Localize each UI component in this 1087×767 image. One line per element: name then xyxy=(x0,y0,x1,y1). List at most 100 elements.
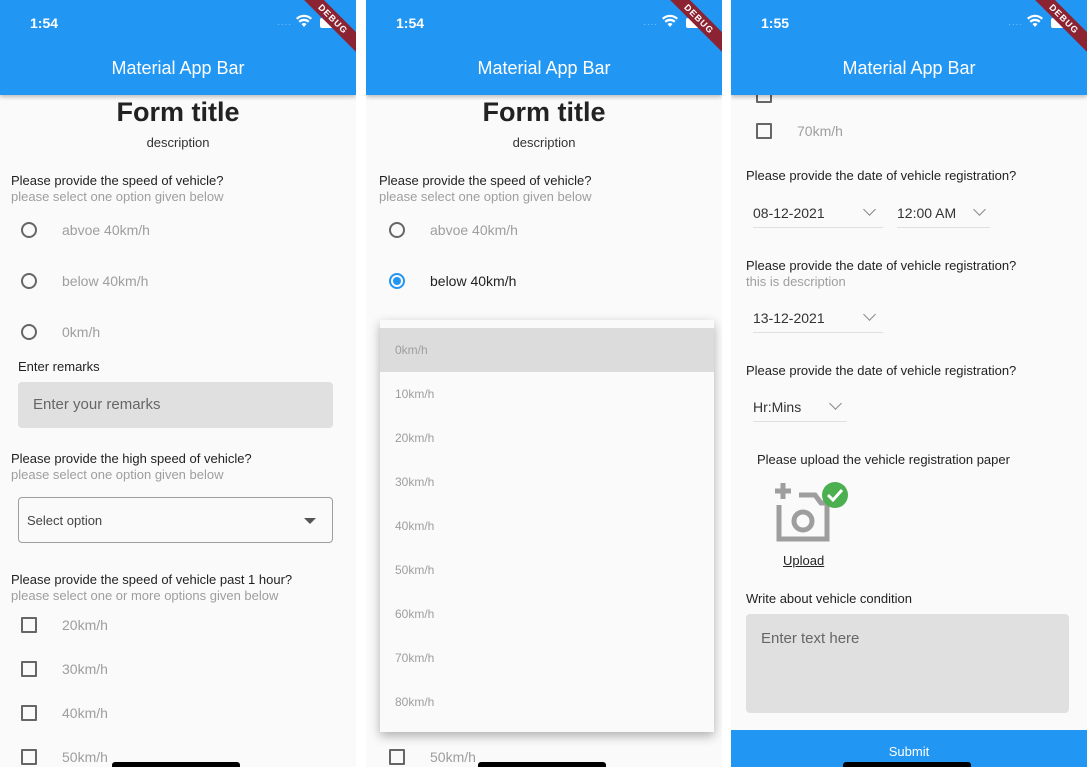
form-content: 70km/h Please provide the date of vehicl… xyxy=(731,87,1087,767)
question-hint: please select one option given below xyxy=(379,189,592,204)
checkbox-option-label[interactable]: 50km/h xyxy=(62,749,108,765)
form-content: Form title description Please provide th… xyxy=(366,95,722,767)
add-photo-icon[interactable] xyxy=(769,481,849,543)
dropdown-arrow-icon xyxy=(304,518,316,524)
home-indicator xyxy=(478,762,606,767)
select-placeholder: Select option xyxy=(27,513,103,528)
dropdown-item[interactable]: 60km/h xyxy=(380,592,714,636)
status-time: 1:54 xyxy=(30,15,59,31)
date-picker[interactable]: 13-12-2021 xyxy=(753,304,883,333)
question-label: Please provide the speed of vehicle past… xyxy=(11,572,293,587)
checkbox[interactable] xyxy=(389,749,405,765)
field-underline xyxy=(753,421,847,422)
checkbox-option-label[interactable]: 70km/h xyxy=(797,123,843,139)
radio-option-label[interactable]: abvoe 40km/h xyxy=(430,222,518,238)
status-time: 1:55 xyxy=(761,15,790,31)
chevron-down-icon xyxy=(973,203,986,216)
radio-button[interactable] xyxy=(21,222,37,238)
dropdown-item[interactable]: 20km/h xyxy=(380,416,714,460)
upload-label: Please upload the vehicle registration p… xyxy=(757,452,1010,467)
home-indicator xyxy=(112,762,240,767)
question-label: Please provide the date of vehicle regis… xyxy=(746,363,1017,378)
chevron-down-icon xyxy=(863,203,876,216)
radio-button[interactable] xyxy=(389,222,405,238)
question-hint: please select one or more options given … xyxy=(11,588,279,603)
form-description: description xyxy=(512,135,576,150)
question-label: Please provide the speed of vehicle? xyxy=(11,173,224,188)
condition-placeholder: Enter text here xyxy=(761,630,860,647)
check-circle-icon xyxy=(822,482,848,508)
chevron-down-icon xyxy=(863,308,876,321)
radio-option-label[interactable]: 0km/h xyxy=(62,324,100,340)
question-label: Please provide the date of vehicle regis… xyxy=(746,258,1017,273)
time-picker[interactable]: Hr:Mins xyxy=(753,393,847,422)
radio-button-selected[interactable] xyxy=(389,273,405,289)
dropdown-item[interactable]: 10km/h xyxy=(380,372,714,416)
app-bar-title: Material App Bar xyxy=(477,58,611,78)
dropdown-item[interactable]: 40km/h xyxy=(380,504,714,548)
status-bar: 1:54 ···· xyxy=(0,0,356,44)
checkbox-option-label[interactable]: 30km/h xyxy=(62,661,108,677)
remarks-input[interactable]: Enter your remarks xyxy=(18,382,333,428)
question-hint: please select one option given below xyxy=(11,467,224,482)
field-underline xyxy=(753,332,883,333)
status-bar: 1:55 ···· xyxy=(731,0,1087,44)
signal-icon: ···· xyxy=(643,20,658,29)
app-bar-title: Material App Bar xyxy=(111,58,245,78)
condition-textarea[interactable]: Enter text here xyxy=(746,614,1069,713)
condition-label: Write about vehicle condition xyxy=(746,591,912,606)
wifi-icon xyxy=(662,14,678,27)
form-content: Form title description Please provide th… xyxy=(0,95,356,767)
date-value: 08-12-2021 xyxy=(753,205,825,221)
date-picker[interactable]: 08-12-2021 xyxy=(753,199,883,228)
chevron-down-icon xyxy=(829,397,842,410)
wifi-icon xyxy=(1027,14,1043,27)
time-placeholder: Hr:Mins xyxy=(753,399,802,415)
field-underline xyxy=(897,227,990,228)
remarks-label: Enter remarks xyxy=(18,359,100,374)
form-title: Form title xyxy=(482,97,606,127)
time-picker[interactable]: 12:00 AM xyxy=(897,199,990,228)
upload-link[interactable]: Upload xyxy=(783,553,824,568)
app-bar: 1:54 ···· DEBUG Material App Bar xyxy=(366,0,722,95)
checkbox[interactable] xyxy=(21,705,37,721)
checkbox[interactable] xyxy=(21,617,37,633)
dropdown-item[interactable]: 50km/h xyxy=(380,548,714,592)
remarks-placeholder: Enter your remarks xyxy=(33,396,161,413)
home-indicator xyxy=(843,762,971,767)
checkbox-option-label[interactable]: 40km/h xyxy=(62,705,108,721)
wifi-icon xyxy=(296,14,312,27)
high-speed-select[interactable]: Select option xyxy=(18,497,333,543)
status-time: 1:54 xyxy=(396,15,425,31)
dropdown-menu: 0km/h 10km/h 20km/h 30km/h 40km/h 50km/h… xyxy=(380,320,714,732)
app-bar-title: Material App Bar xyxy=(842,58,976,78)
time-value: 12:00 AM xyxy=(897,205,957,221)
status-bar: 1:54 ···· xyxy=(366,0,722,44)
radio-option-label[interactable]: below 40km/h xyxy=(62,273,148,289)
radio-option-label[interactable]: abvoe 40km/h xyxy=(62,222,150,238)
dropdown-item[interactable]: 70km/h xyxy=(380,636,714,680)
question-label: Please provide the date of vehicle regis… xyxy=(746,168,1017,183)
checkbox-option-label[interactable]: 50km/h xyxy=(430,749,476,765)
form-title: Form title xyxy=(116,97,240,127)
dropdown-item-highlighted[interactable]: 0km/h xyxy=(380,328,714,372)
question-label: Please provide the high speed of vehicle… xyxy=(11,451,252,466)
checkbox[interactable] xyxy=(21,661,37,677)
field-underline xyxy=(753,227,883,228)
phone-screen-2: 1:54 ···· DEBUG Material App Bar Form ti… xyxy=(366,0,722,767)
radio-option-label[interactable]: below 40km/h xyxy=(430,273,516,289)
checkbox[interactable] xyxy=(21,749,37,765)
checkbox-option-label[interactable]: 20km/h xyxy=(62,617,108,633)
app-bar: 1:54 ···· DEBUG Material App Bar xyxy=(0,0,356,95)
question-hint: please select one option given below xyxy=(11,189,224,204)
dropdown-item[interactable]: 30km/h xyxy=(380,460,714,504)
phone-screen-3: 1:55 ···· DEBUG Material App Bar 70km/h … xyxy=(731,0,1087,767)
radio-button[interactable] xyxy=(21,324,37,340)
radio-button[interactable] xyxy=(21,273,37,289)
phone-screen-1: 1:54 ···· DEBUG Material App Bar Form ti… xyxy=(0,0,356,767)
form-description: description xyxy=(146,135,210,150)
checkbox[interactable] xyxy=(756,123,772,139)
app-bar: 1:55 ···· DEBUG Material App Bar xyxy=(731,0,1087,95)
dropdown-item[interactable]: 80km/h xyxy=(380,680,714,724)
signal-icon: ···· xyxy=(277,20,292,29)
